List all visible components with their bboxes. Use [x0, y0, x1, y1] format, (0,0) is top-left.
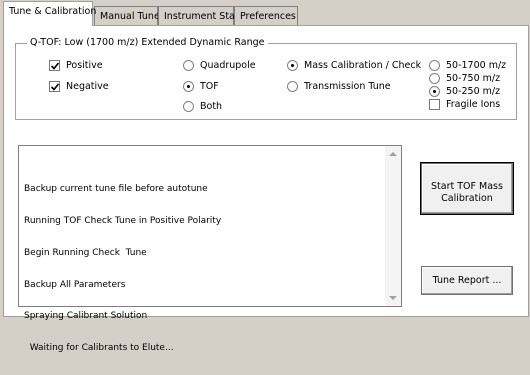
quadrupole-label: Quadrupole	[200, 60, 256, 71]
both-label: Both	[200, 101, 223, 112]
tab-instrument-state[interactable]: Instrument State	[158, 6, 244, 26]
log-line: Waiting for Calibrants to Elute...	[24, 343, 174, 354]
radio-circle	[429, 86, 440, 97]
log-line: Spraying Calibrant Solution	[24, 311, 148, 322]
scroll-down-icon[interactable]	[389, 296, 397, 300]
tab-label: Instrument State	[164, 11, 245, 22]
checkbox-box	[429, 99, 440, 110]
radio-circle	[183, 81, 194, 92]
button-label-line2: Calibration	[441, 193, 493, 204]
negative-label: Negative	[66, 81, 109, 92]
range-label: 50-250 m/z	[446, 86, 501, 97]
checkbox-box	[49, 81, 60, 92]
scroll-up-icon[interactable]	[389, 152, 397, 156]
tab-manual-tune[interactable]: Manual Tune	[94, 6, 160, 26]
tab-label: Tune & Calibration	[9, 6, 97, 17]
log-line: Backup All Parameters	[24, 279, 126, 290]
radio-circle	[183, 101, 194, 112]
range-label: 50-750 m/z	[446, 73, 501, 84]
range-label: 50-1700 m/z	[446, 60, 507, 71]
check-icon	[51, 83, 59, 91]
log-line: Begin Running Check Tune	[24, 247, 147, 258]
start-tof-calibration-button[interactable]: Start TOF Mass Calibration	[421, 163, 513, 214]
tab-preferences[interactable]: Preferences	[234, 6, 298, 26]
radio-circle	[429, 60, 440, 71]
radio-circle	[429, 73, 440, 84]
log-lines: Backup current tune file before autotune…	[24, 163, 221, 375]
radio-circle	[287, 60, 298, 71]
tof-label: TOF	[200, 81, 219, 92]
positive-label: Positive	[66, 60, 103, 71]
button-label: Tune Report ...	[432, 275, 502, 286]
checkbox-box	[49, 60, 60, 71]
fragile-ions-label: Fragile Ions	[446, 99, 501, 110]
radio-dot	[433, 90, 436, 93]
log-scrollbar[interactable]	[385, 146, 401, 306]
check-icon	[51, 62, 59, 70]
radio-dot	[291, 64, 294, 67]
log-line: Running TOF Check Tune in Positive Polar…	[24, 215, 222, 226]
tab-tune-calibration[interactable]: Tune & Calibration	[3, 1, 97, 26]
log-line: Backup current tune file before autotune	[24, 184, 208, 195]
transmission-tune-label: Transmission Tune	[304, 81, 391, 92]
group-title: Q-TOF: Low (1700 m/z) Extended Dynamic R…	[27, 37, 268, 48]
tune-report-button[interactable]: Tune Report ...	[421, 266, 513, 295]
tab-label: Preferences	[240, 11, 296, 22]
mass-calibration-label: Mass Calibration / Check	[304, 60, 422, 71]
radio-circle	[287, 81, 298, 92]
button-label-line1: Start TOF Mass	[431, 181, 503, 192]
tab-label: Manual Tune	[100, 11, 160, 22]
status-log[interactable]: Backup current tune file before autotune…	[18, 145, 402, 353]
radio-dot	[187, 85, 190, 88]
radio-circle	[183, 60, 194, 71]
